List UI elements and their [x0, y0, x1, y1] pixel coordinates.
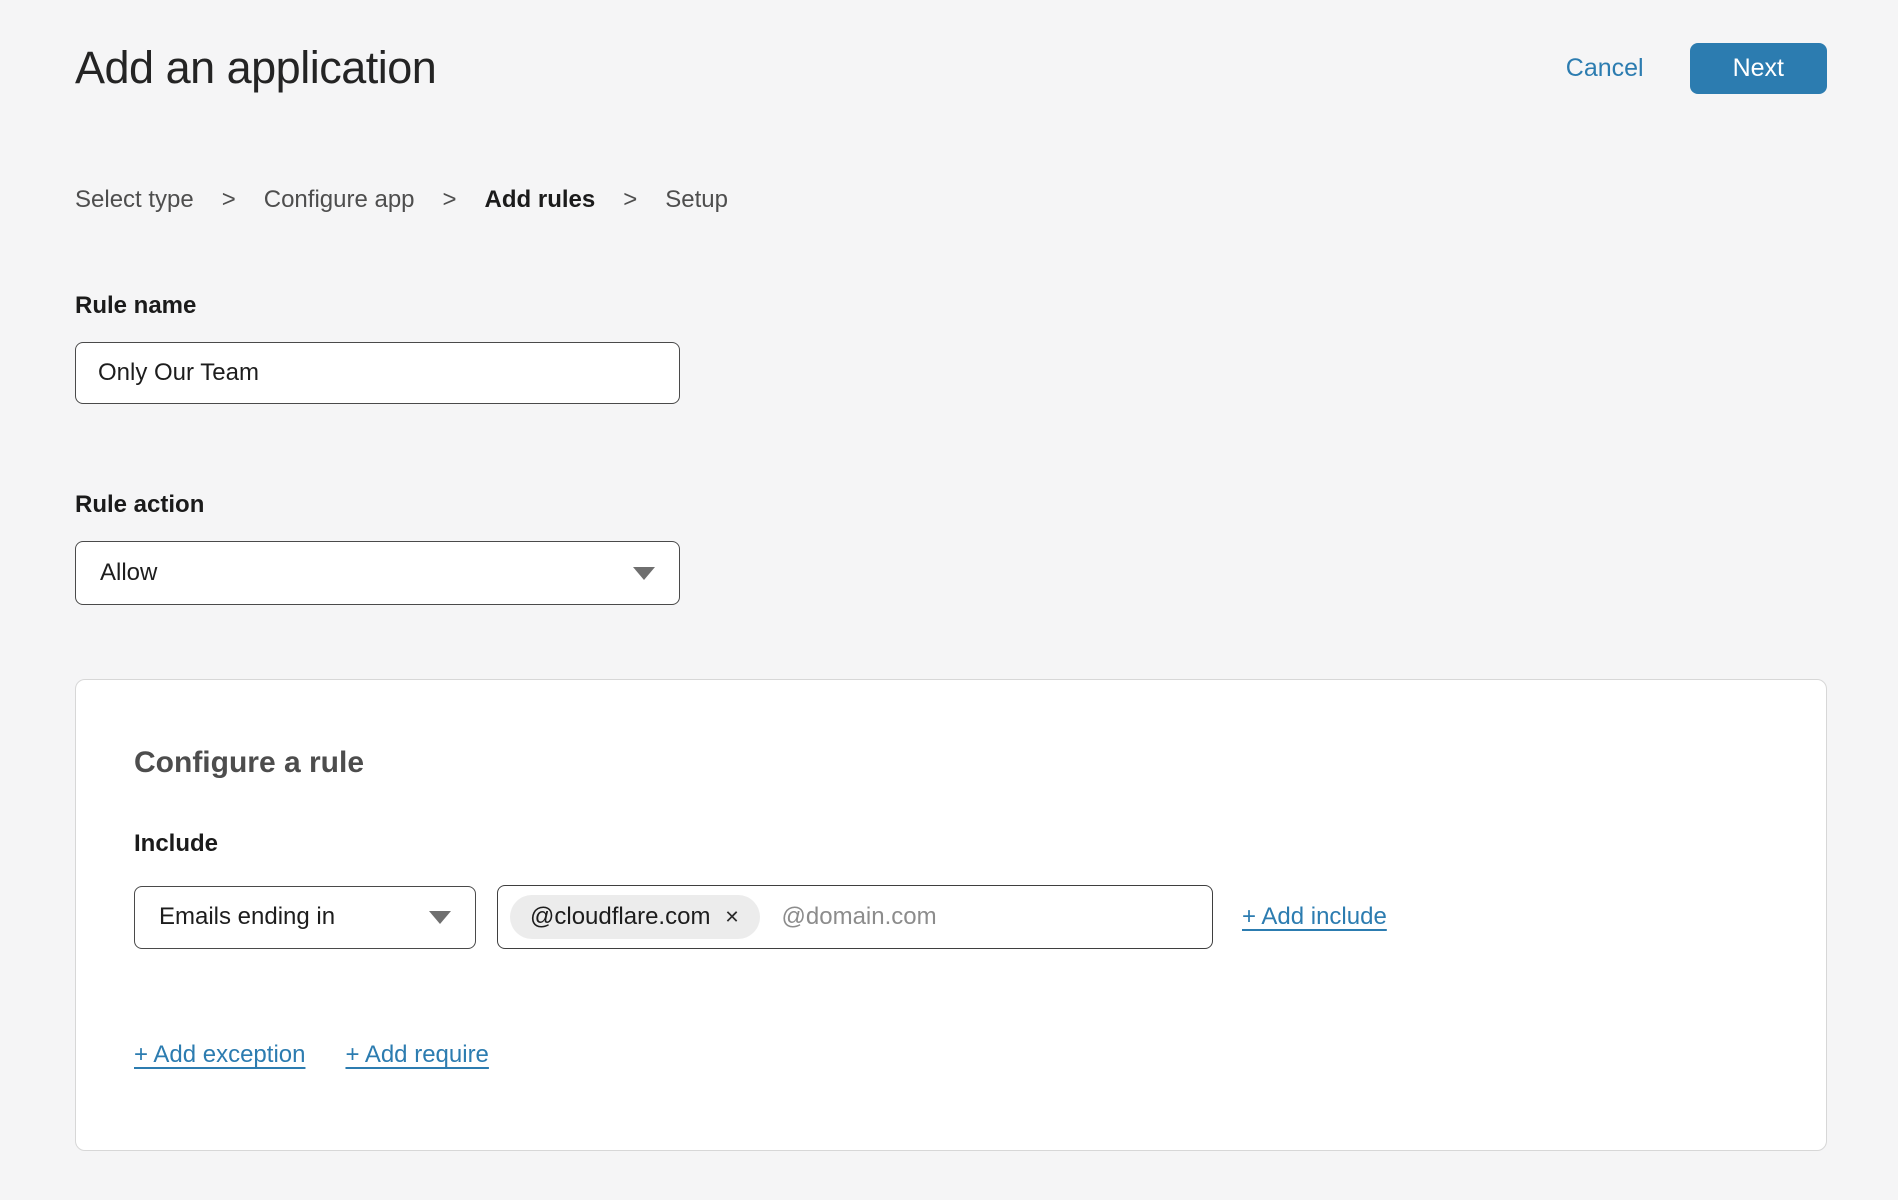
breadcrumb: Select type > Configure app > Add rules …: [75, 186, 1827, 214]
chevron-down-icon: [633, 567, 655, 580]
rule-name-label: Rule name: [75, 292, 1827, 320]
include-selector-value: Emails ending in: [159, 903, 335, 931]
rule-action-select[interactable]: Allow: [75, 541, 680, 605]
breadcrumb-separator: >: [222, 186, 236, 214]
next-button[interactable]: Next: [1690, 43, 1827, 94]
header-actions: Cancel Next: [1566, 43, 1827, 94]
rule-name-field: Rule name: [75, 292, 1827, 404]
breadcrumb-separator: >: [443, 186, 457, 214]
breadcrumb-step-setup[interactable]: Setup: [665, 186, 728, 214]
rule-action-selected-value: Allow: [100, 559, 157, 587]
rule-name-input[interactable]: [75, 342, 680, 404]
chip-remove-icon[interactable]: ✕: [724, 908, 739, 926]
include-selector-select[interactable]: Emails ending in: [134, 886, 476, 949]
domain-input[interactable]: [782, 903, 1200, 931]
add-include-link[interactable]: + Add include: [1242, 903, 1387, 931]
page-header: Add an application Cancel Next: [75, 42, 1827, 94]
add-exception-link[interactable]: + Add exception: [134, 1041, 305, 1069]
configure-rule-card: Configure a rule Include Emails ending i…: [75, 679, 1827, 1151]
breadcrumb-step-select-type[interactable]: Select type: [75, 186, 194, 214]
include-label: Include: [134, 830, 1768, 858]
rule-card-title: Configure a rule: [134, 746, 1768, 780]
rule-card-footer-links: + Add exception + Add require: [134, 1041, 1768, 1069]
cancel-button[interactable]: Cancel: [1566, 54, 1644, 83]
add-application-page: Add an application Cancel Next Select ty…: [0, 0, 1898, 1200]
email-domain-chip: @cloudflare.com ✕: [510, 895, 760, 939]
page-title: Add an application: [75, 42, 436, 94]
chevron-down-icon: [429, 911, 451, 924]
rule-action-field: Rule action Allow: [75, 491, 1827, 605]
include-value-input-container[interactable]: @cloudflare.com ✕: [497, 885, 1213, 949]
email-domain-chip-label: @cloudflare.com: [530, 903, 710, 931]
breadcrumb-separator: >: [623, 186, 637, 214]
add-require-link[interactable]: + Add require: [345, 1041, 488, 1069]
breadcrumb-step-configure-app[interactable]: Configure app: [264, 186, 415, 214]
breadcrumb-step-add-rules[interactable]: Add rules: [485, 186, 596, 214]
include-row: Emails ending in @cloudflare.com ✕ + Add…: [134, 885, 1768, 949]
rule-action-label: Rule action: [75, 491, 1827, 519]
